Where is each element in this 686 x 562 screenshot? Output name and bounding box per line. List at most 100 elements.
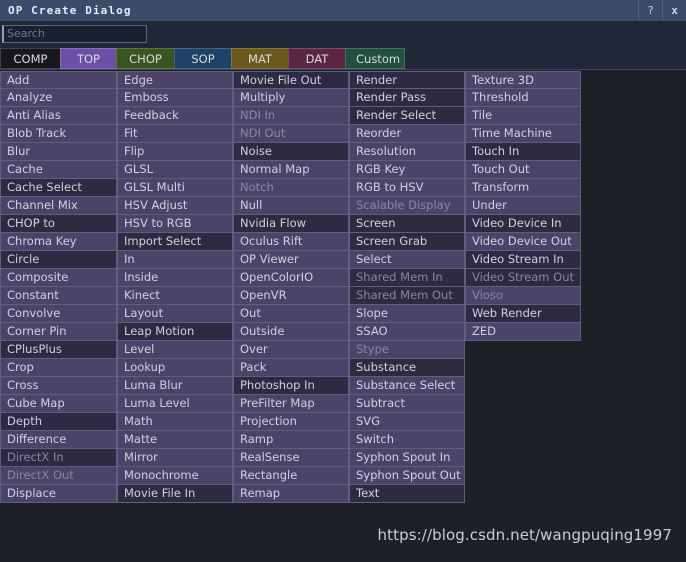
operator-item[interactable]: Projection <box>233 413 349 431</box>
operator-item[interactable]: Transform <box>465 179 581 197</box>
operator-item[interactable]: Remap <box>233 485 349 503</box>
operator-item[interactable]: Mirror <box>117 449 233 467</box>
search-input[interactable]: Search <box>2 25 147 43</box>
operator-item[interactable]: Edge <box>117 71 233 89</box>
operator-item[interactable]: In <box>117 251 233 269</box>
operator-item[interactable]: Blob Track <box>0 125 117 143</box>
operator-item[interactable]: Composite <box>0 269 117 287</box>
operator-item[interactable]: OP Viewer <box>233 251 349 269</box>
operator-item[interactable]: Resolution <box>349 143 465 161</box>
operator-item[interactable]: GLSL <box>117 161 233 179</box>
operator-item[interactable]: Channel Mix <box>0 197 117 215</box>
operator-item[interactable]: HSV to RGB <box>117 215 233 233</box>
operator-item[interactable]: OpenColorIO <box>233 269 349 287</box>
tab-sop[interactable]: SOP <box>174 48 231 69</box>
operator-item[interactable]: Touch Out <box>465 161 581 179</box>
operator-item[interactable]: Leap Motion <box>117 323 233 341</box>
operator-item[interactable]: Over <box>233 341 349 359</box>
operator-item[interactable]: Corner Pin <box>0 323 117 341</box>
operator-item[interactable]: Photoshop In <box>233 377 349 395</box>
operator-item[interactable]: GLSL Multi <box>117 179 233 197</box>
operator-item[interactable]: Video Device Out <box>465 233 581 251</box>
operator-item[interactable]: Import Select <box>117 233 233 251</box>
operator-item[interactable]: Render Select <box>349 107 465 125</box>
operator-item[interactable]: Movie File Out <box>233 71 349 89</box>
operator-item[interactable]: Switch <box>349 431 465 449</box>
operator-item[interactable]: Layout <box>117 305 233 323</box>
operator-item[interactable]: Subtract <box>349 395 465 413</box>
operator-item[interactable]: Lookup <box>117 359 233 377</box>
tab-comp[interactable]: COMP <box>0 48 60 69</box>
operator-item[interactable]: Difference <box>0 431 117 449</box>
operator-item[interactable]: Crop <box>0 359 117 377</box>
operator-item[interactable]: RGB Key <box>349 161 465 179</box>
operator-item[interactable]: SVG <box>349 413 465 431</box>
operator-item[interactable]: Substance Select <box>349 377 465 395</box>
operator-item[interactable]: Emboss <box>117 89 233 107</box>
operator-item[interactable]: SSAO <box>349 323 465 341</box>
operator-item[interactable]: Level <box>117 341 233 359</box>
operator-item[interactable]: Cache Select <box>0 179 117 197</box>
operator-item[interactable]: Syphon Spout Out <box>349 467 465 485</box>
operator-item[interactable]: Noise <box>233 143 349 161</box>
operator-item[interactable]: Multiply <box>233 89 349 107</box>
operator-item[interactable]: Normal Map <box>233 161 349 179</box>
help-button[interactable]: ? <box>638 0 662 21</box>
operator-item[interactable]: Movie File In <box>117 485 233 503</box>
operator-item[interactable]: Render Pass <box>349 89 465 107</box>
operator-item[interactable]: Chroma Key <box>0 233 117 251</box>
operator-item[interactable]: Flip <box>117 143 233 161</box>
operator-item[interactable]: Luma Level <box>117 395 233 413</box>
operator-item[interactable]: CPlusPlus <box>0 341 117 359</box>
operator-item[interactable]: Oculus Rift <box>233 233 349 251</box>
operator-item[interactable]: CHOP to <box>0 215 117 233</box>
operator-item[interactable]: Web Render <box>465 305 581 323</box>
operator-item[interactable]: Reorder <box>349 125 465 143</box>
operator-item[interactable]: PreFilter Map <box>233 395 349 413</box>
operator-item[interactable]: Out <box>233 305 349 323</box>
operator-item[interactable]: Threshold <box>465 89 581 107</box>
operator-item[interactable]: Rectangle <box>233 467 349 485</box>
operator-item[interactable]: Blur <box>0 143 117 161</box>
operator-item[interactable]: Displace <box>0 485 117 503</box>
operator-item[interactable]: Screen <box>349 215 465 233</box>
tab-custom[interactable]: Custom <box>345 48 405 69</box>
operator-item[interactable]: Substance <box>349 359 465 377</box>
operator-item[interactable]: Under <box>465 197 581 215</box>
operator-item[interactable]: Time Machine <box>465 125 581 143</box>
operator-item[interactable]: Depth <box>0 413 117 431</box>
operator-item[interactable]: Touch In <box>465 143 581 161</box>
operator-item[interactable]: Cube Map <box>0 395 117 413</box>
operator-item[interactable]: Cross <box>0 377 117 395</box>
operator-item[interactable]: Video Device In <box>465 215 581 233</box>
operator-item[interactable]: Texture 3D <box>465 71 581 89</box>
tab-top[interactable]: TOP <box>60 48 116 69</box>
close-button[interactable]: x <box>662 0 686 21</box>
operator-item[interactable]: Pack <box>233 359 349 377</box>
operator-item[interactable]: Syphon Spout In <box>349 449 465 467</box>
operator-item[interactable]: Analyze <box>0 89 117 107</box>
operator-item[interactable]: OpenVR <box>233 287 349 305</box>
operator-item[interactable]: HSV Adjust <box>117 197 233 215</box>
operator-item[interactable]: Inside <box>117 269 233 287</box>
operator-item[interactable]: Slope <box>349 305 465 323</box>
operator-item[interactable]: Outside <box>233 323 349 341</box>
operator-item[interactable]: Ramp <box>233 431 349 449</box>
operator-item[interactable]: Fit <box>117 125 233 143</box>
tab-chop[interactable]: CHOP <box>116 48 174 69</box>
operator-item[interactable]: Luma Blur <box>117 377 233 395</box>
operator-item[interactable]: Circle <box>0 251 117 269</box>
operator-item[interactable]: Math <box>117 413 233 431</box>
operator-item[interactable]: Null <box>233 197 349 215</box>
operator-item[interactable]: Cache <box>0 161 117 179</box>
operator-item[interactable]: RealSense <box>233 449 349 467</box>
operator-item[interactable]: Matte <box>117 431 233 449</box>
operator-item[interactable]: Text <box>349 485 465 503</box>
operator-item[interactable]: Screen Grab <box>349 233 465 251</box>
operator-item[interactable]: Render <box>349 71 465 89</box>
operator-item[interactable]: ZED <box>465 323 581 341</box>
operator-item[interactable]: Video Stream In <box>465 251 581 269</box>
tab-mat[interactable]: MAT <box>231 48 288 69</box>
operator-item[interactable]: Anti Alias <box>0 107 117 125</box>
operator-item[interactable]: Nvidia Flow <box>233 215 349 233</box>
